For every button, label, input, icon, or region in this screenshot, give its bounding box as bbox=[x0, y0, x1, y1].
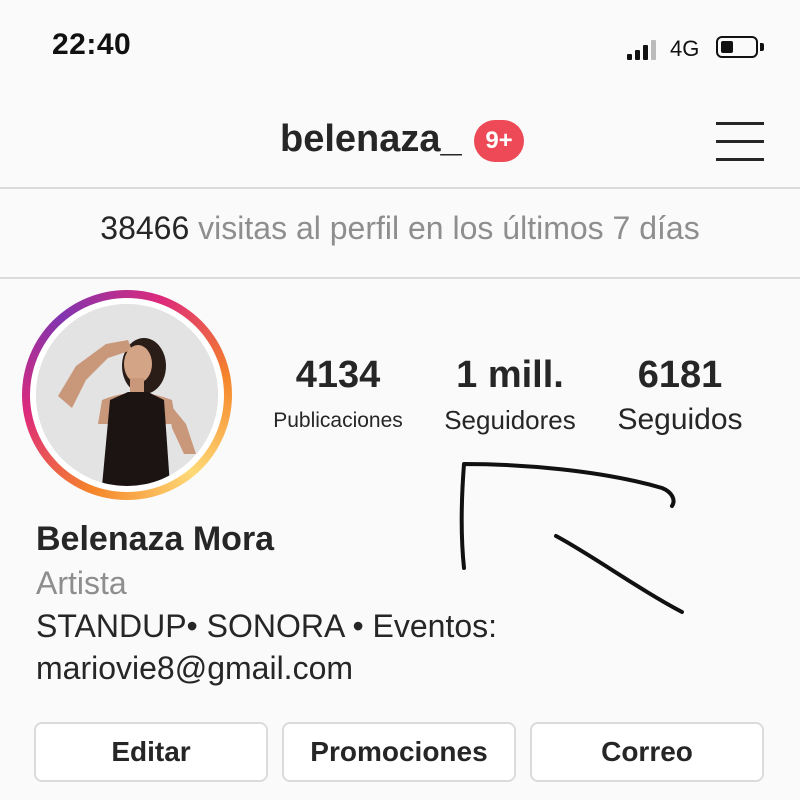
following-count: 6181 bbox=[637, 354, 723, 396]
profile-photo bbox=[36, 304, 218, 486]
followers-count: 1 mill. bbox=[456, 354, 564, 396]
network-label: 4G bbox=[670, 36, 700, 61]
profile-visits-insight[interactable]: 38466 visitas al perfil en los últimos 7… bbox=[0, 210, 800, 247]
signal-icon bbox=[627, 38, 661, 60]
visits-count: 38466 bbox=[100, 210, 190, 246]
notification-badge[interactable]: 9+ bbox=[474, 120, 524, 162]
stat-following[interactable]: 6181 Seguidos bbox=[600, 354, 760, 437]
profile-username[interactable]: belenaza_ bbox=[280, 118, 462, 161]
followers-label: Seguidores bbox=[444, 405, 576, 435]
battery-icon bbox=[716, 36, 758, 58]
email-button[interactable]: Correo bbox=[530, 722, 764, 782]
profile-full-name: Belenaza Mora bbox=[36, 520, 275, 558]
promotions-button[interactable]: Promociones bbox=[282, 722, 516, 782]
bio-email-link[interactable]: mariovie8@gmail.com bbox=[36, 650, 353, 687]
bio-line: STANDUP• SONORA • Eventos: bbox=[36, 608, 498, 644]
visits-text: visitas al perfil en los últimos 7 días bbox=[198, 210, 700, 246]
stat-posts[interactable]: 4134 Publicaciones bbox=[258, 354, 418, 433]
header-divider bbox=[0, 187, 800, 189]
posts-count: 4134 bbox=[295, 354, 381, 396]
avatar[interactable] bbox=[22, 290, 232, 500]
status-time: 22:40 bbox=[52, 28, 132, 61]
handdrawn-arrow bbox=[459, 462, 684, 614]
following-label: Seguidos bbox=[617, 403, 743, 436]
edit-profile-button[interactable]: Editar bbox=[34, 722, 268, 782]
posts-label: Publicaciones bbox=[273, 409, 403, 432]
battery-tip bbox=[760, 43, 764, 51]
profile-category: Artista bbox=[36, 565, 127, 601]
insight-divider bbox=[0, 277, 800, 279]
stat-followers[interactable]: 1 mill. Seguidores bbox=[428, 354, 592, 436]
hamburger-menu-icon[interactable] bbox=[716, 120, 764, 162]
